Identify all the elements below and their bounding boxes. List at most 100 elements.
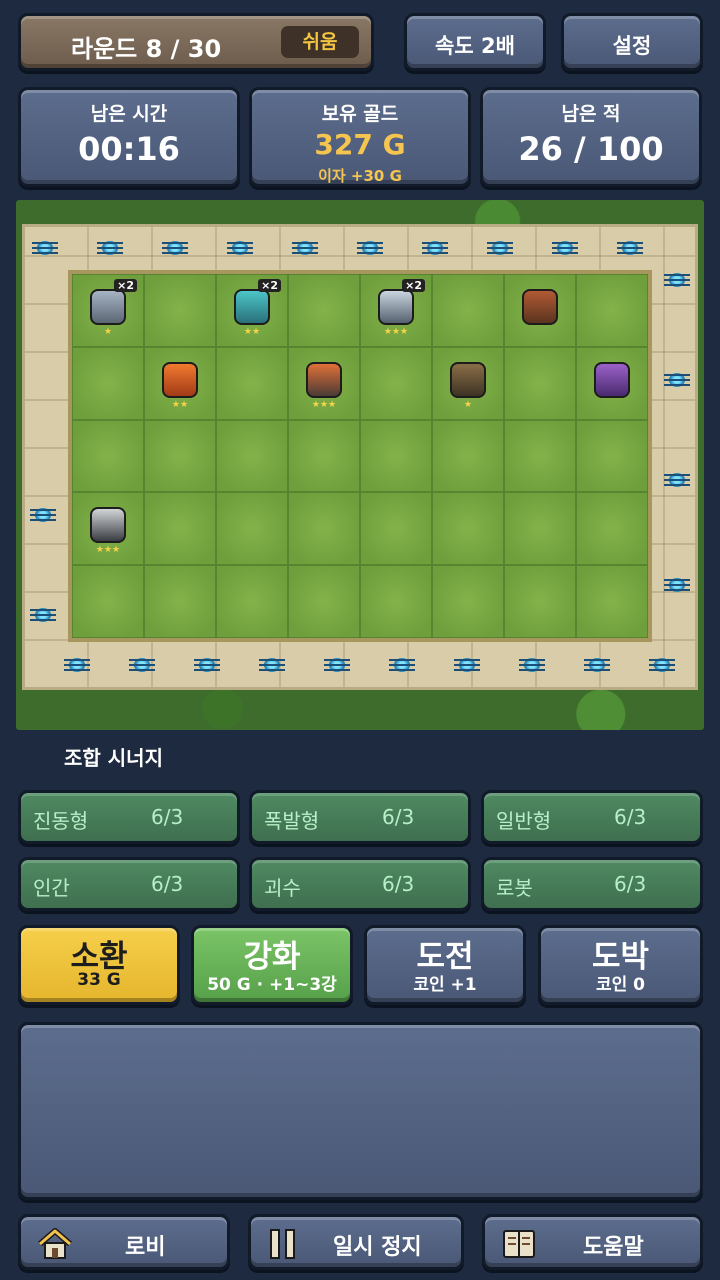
enemy-crawler: [664, 270, 690, 290]
pause-icon: [270, 1229, 295, 1259]
grid-cell[interactable]: [216, 492, 288, 566]
unit-heavy-gunner[interactable]: [505, 275, 575, 345]
unit-sprite: [522, 289, 558, 325]
unit-fire-lizard[interactable]: ★★: [145, 348, 215, 418]
unit-mech-squad[interactable]: ★ ×2: [73, 275, 143, 345]
home-icon: [38, 1228, 72, 1259]
grid-cell[interactable]: ★★ ×2: [216, 274, 288, 347]
speed-button[interactable]: 속도 2배: [404, 13, 546, 71]
grid-cell[interactable]: [216, 419, 288, 493]
synergy-name: 폭발형: [264, 809, 320, 833]
synergy-value: 6/3: [151, 805, 184, 829]
grid-cell[interactable]: [432, 274, 504, 347]
grid-cell[interactable]: [216, 565, 288, 638]
game-board: ★ ×2 ★★ ×2 ★★★ ×2 ★★ ★★★ ★ ★★★: [16, 200, 704, 730]
grid-cell[interactable]: [360, 346, 432, 420]
grid-cell[interactable]: [144, 274, 216, 347]
enemy-crawler: [454, 655, 480, 675]
grid-cell[interactable]: [432, 419, 504, 493]
unit-sprite: [594, 361, 630, 398]
grid-cell[interactable]: [504, 346, 576, 420]
grid-cell[interactable]: [288, 274, 360, 347]
unit-grid[interactable]: ★ ×2 ★★ ×2 ★★★ ×2 ★★ ★★★ ★ ★★★: [68, 270, 652, 642]
unit-sniper[interactable]: ★: [433, 348, 503, 418]
grid-cell[interactable]: [360, 419, 432, 493]
time-remaining-label: 남은 시간: [90, 103, 168, 125]
grid-cell[interactable]: [72, 565, 144, 638]
grid-cell[interactable]: [576, 565, 648, 638]
unit-spider-bot[interactable]: ★★★ ×2: [361, 275, 431, 345]
unit-sprite: [306, 361, 342, 398]
grid-cell[interactable]: [288, 565, 360, 638]
grid-cell[interactable]: [576, 492, 648, 566]
help-button[interactable]: 도움말: [482, 1214, 703, 1270]
unit-sprite: [450, 361, 486, 398]
lobby-button[interactable]: 로비: [18, 1214, 230, 1270]
book-icon: [503, 1230, 535, 1258]
gamble-coins: 코인 0: [595, 975, 646, 995]
grid-cell[interactable]: [144, 419, 216, 493]
grid-cell[interactable]: ★★★: [288, 346, 360, 420]
grid-cell[interactable]: [576, 419, 648, 493]
grid-cell[interactable]: [288, 492, 360, 566]
synergy-item[interactable]: 폭발형 6/3: [249, 790, 471, 844]
summon-button[interactable]: 소환 33 G: [18, 925, 180, 1005]
unit-tank-walker[interactable]: ★★★: [73, 493, 143, 563]
upgrade-button[interactable]: 강화 50 G · +1~3강: [191, 925, 353, 1005]
grid-cell[interactable]: [432, 565, 504, 638]
enemy-crawler: [664, 370, 690, 390]
pause-label: 일시 정지: [333, 1235, 422, 1260]
unit-stars: ★: [103, 327, 113, 337]
unit-count-badge: ×2: [402, 279, 425, 292]
grid-cell[interactable]: [144, 492, 216, 566]
enemies-remaining-value: 26 / 100: [518, 130, 664, 168]
enemy-crawler: [357, 238, 383, 258]
unit-purple-dragon[interactable]: [577, 348, 647, 418]
unit-cyan-beast[interactable]: ★★ ×2: [217, 275, 287, 345]
difficulty-badge: 쉬움: [281, 26, 359, 58]
synergy-item[interactable]: 괴수 6/3: [249, 857, 471, 911]
grid-cell[interactable]: [288, 419, 360, 493]
synergy-name: 로봇: [496, 876, 533, 900]
grid-cell[interactable]: ★★★ ×2: [360, 274, 432, 347]
enemy-crawler: [664, 470, 690, 490]
grid-cell[interactable]: [504, 492, 576, 566]
grid-cell[interactable]: [360, 492, 432, 566]
grid-cell[interactable]: [504, 419, 576, 493]
unit-sprite: [378, 289, 414, 325]
gamble-button[interactable]: 도박 코인 0: [538, 925, 703, 1005]
synergy-item[interactable]: 로봇 6/3: [481, 857, 703, 911]
enemy-crawler: [487, 238, 513, 258]
upgrade-cost: 50 G · +1~3강: [207, 975, 337, 995]
grid-cell[interactable]: ★ ×2: [72, 274, 144, 347]
enemy-crawler: [259, 655, 285, 675]
grid-cell[interactable]: [576, 274, 648, 347]
grid-cell[interactable]: [144, 565, 216, 638]
grid-cell[interactable]: [216, 346, 288, 420]
grid-cell[interactable]: [576, 346, 648, 420]
settings-button[interactable]: 설정: [561, 13, 703, 71]
grid-cell[interactable]: [432, 492, 504, 566]
grid-cell[interactable]: [504, 565, 576, 638]
grid-cell[interactable]: ★★★: [72, 492, 144, 566]
synergy-item[interactable]: 인간 6/3: [18, 857, 240, 911]
gold-value: 327 G: [314, 128, 406, 161]
help-label: 도움말: [583, 1235, 644, 1260]
enemy-crawler: [552, 238, 578, 258]
unit-count-badge: ×2: [114, 279, 137, 292]
synergy-item[interactable]: 일반형 6/3: [481, 790, 703, 844]
time-remaining-value: 00:16: [78, 130, 180, 168]
grid-cell[interactable]: [504, 274, 576, 347]
grid-cell[interactable]: [72, 419, 144, 493]
enemy-crawler: [519, 655, 545, 675]
grid-cell[interactable]: [72, 346, 144, 420]
grid-cell[interactable]: [360, 565, 432, 638]
unit-stars: ★★★: [95, 545, 121, 556]
grid-cell[interactable]: ★★: [144, 346, 216, 420]
challenge-button[interactable]: 도전 코인 +1: [364, 925, 526, 1005]
unit-stars: ★★: [171, 399, 189, 410]
pause-button[interactable]: 일시 정지: [248, 1214, 464, 1270]
unit-battle-robot[interactable]: ★★★: [289, 348, 359, 418]
synergy-item[interactable]: 진동형 6/3: [18, 790, 240, 844]
grid-cell[interactable]: ★: [432, 346, 504, 420]
